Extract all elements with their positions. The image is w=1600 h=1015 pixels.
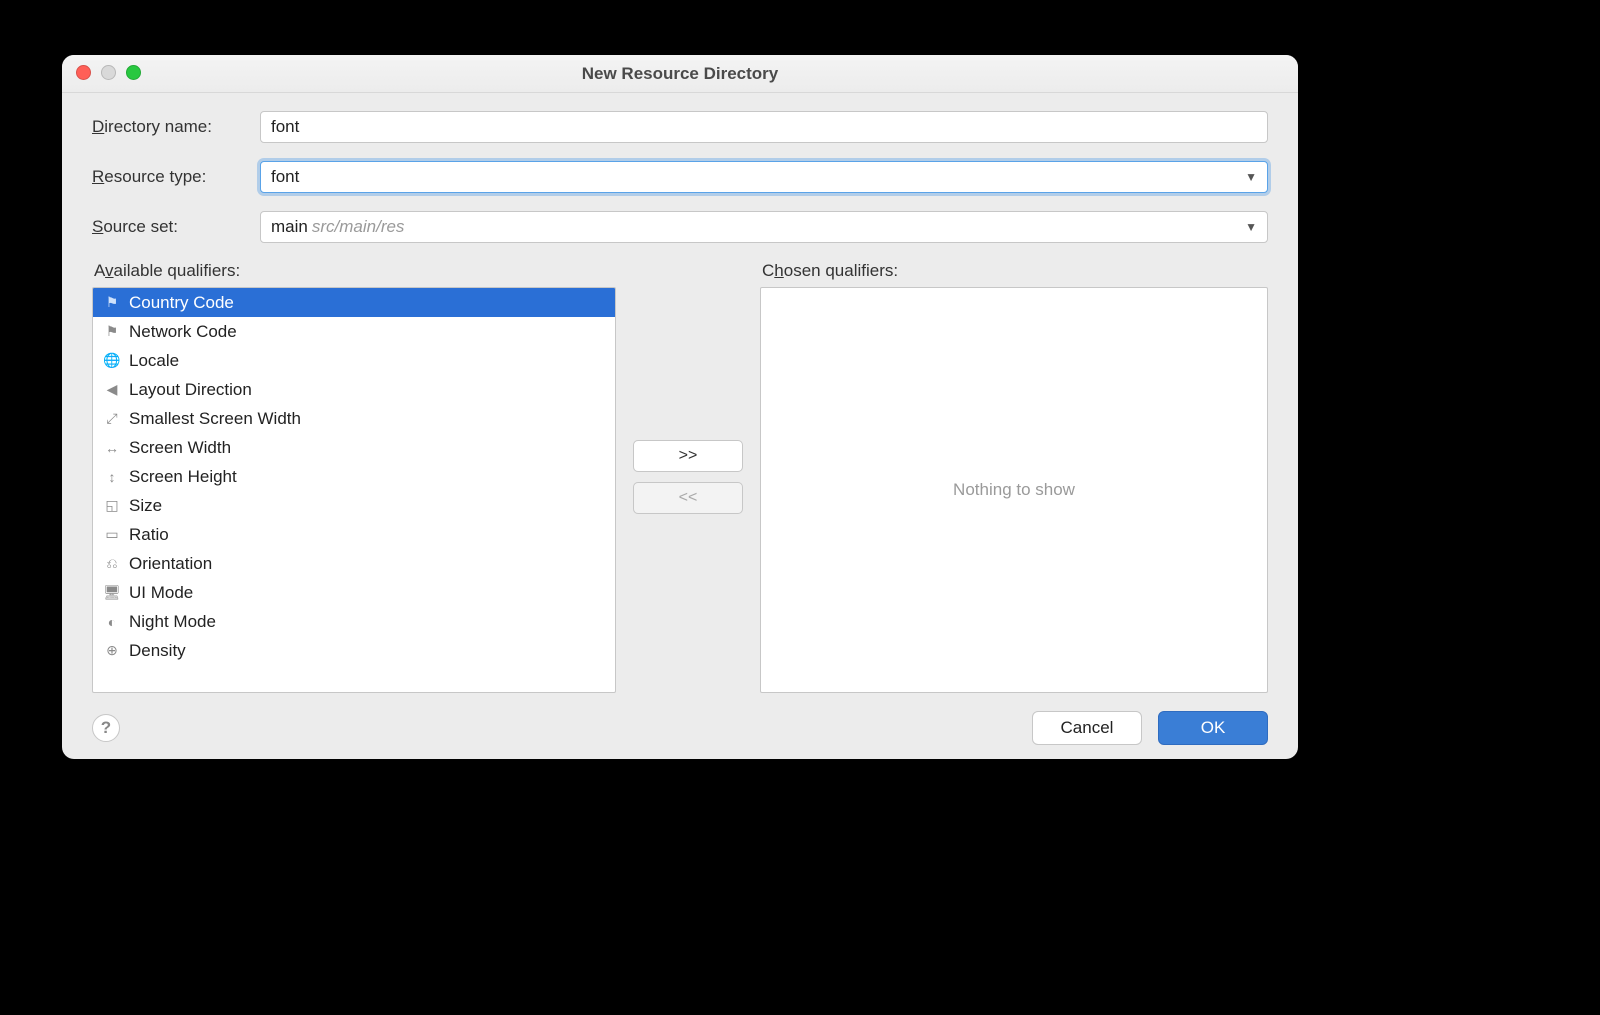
cancel-button[interactable]: Cancel — [1032, 711, 1142, 745]
source-set-value: main — [271, 217, 308, 237]
chosen-qualifiers-column: Chosen qualifiers: Nothing to show — [760, 261, 1268, 693]
minimize-icon — [101, 65, 116, 80]
titlebar: New Resource Directory — [62, 55, 1298, 93]
qualifier-label: UI Mode — [129, 583, 193, 603]
dialog-footer: ? Cancel OK — [62, 703, 1298, 759]
expand-icon: ⤢ — [103, 410, 121, 428]
qualifier-item[interactable]: ↔ Screen Width — [93, 433, 615, 462]
available-qualifiers-column: Available qualifiers: ⚑ Country Code ⚑ Netw… — [92, 261, 616, 693]
orientation-icon: ⎌ — [103, 555, 121, 573]
qualifier-label: Ratio — [129, 525, 169, 545]
qualifiers-area: Available qualifiers: ⚑ Country Code ⚑ Netw… — [92, 261, 1268, 693]
chosen-qualifiers-list[interactable]: Nothing to show — [760, 287, 1268, 693]
qualifier-label: Night Mode — [129, 612, 216, 632]
chosen-qualifiers-label: Chosen qualifiers: — [762, 261, 1268, 281]
source-set-row: Source set: main src/main/res ▼ — [92, 211, 1268, 243]
directory-name-label: Directory name: — [92, 117, 260, 137]
remove-qualifier-button[interactable]: << — [633, 482, 743, 514]
monitor-icon: 🖥 — [103, 584, 121, 602]
qualifier-item[interactable]: 🖥 UI Mode — [93, 578, 615, 607]
ratio-icon: ▭ — [103, 526, 121, 544]
close-icon[interactable] — [76, 65, 91, 80]
flag-icon: ⚑ — [103, 323, 121, 341]
qualifier-label: Density — [129, 641, 186, 661]
flag-icon: ⚑ — [103, 294, 121, 312]
qualifier-item[interactable]: ⊕ Density — [93, 636, 615, 665]
qualifier-item[interactable]: ⚑ Country Code — [93, 288, 615, 317]
qualifier-item[interactable]: ⚑ Network Code — [93, 317, 615, 346]
qualifier-item[interactable]: 🌐 Locale — [93, 346, 615, 375]
globe-icon: 🌐 — [103, 352, 121, 370]
qualifier-label: Smallest Screen Width — [129, 409, 301, 429]
density-icon: ⊕ — [103, 642, 121, 660]
qualifier-label: Screen Width — [129, 438, 231, 458]
available-qualifiers-label: Available qualifiers: — [94, 261, 616, 281]
zoom-icon[interactable] — [126, 65, 141, 80]
source-set-label: Source set: — [92, 217, 260, 237]
qualifier-label: Locale — [129, 351, 179, 371]
moon-icon: ◐ — [103, 613, 121, 631]
qualifier-item[interactable]: ⎌ Orientation — [93, 549, 615, 578]
qualifier-item[interactable]: ◱ Size — [93, 491, 615, 520]
ok-button[interactable]: OK — [1158, 711, 1268, 745]
qualifier-item[interactable]: ◀ Layout Direction — [93, 375, 615, 404]
add-qualifier-button[interactable]: >> — [633, 440, 743, 472]
qualifier-label: Orientation — [129, 554, 212, 574]
available-qualifiers-list[interactable]: ⚑ Country Code ⚑ Network Code 🌐 Locale ◀ Layout… — [92, 287, 616, 693]
width-icon: ↔ — [103, 439, 121, 457]
qualifier-label: Network Code — [129, 322, 237, 342]
directory-name-input[interactable]: font — [260, 111, 1268, 143]
resource-type-label: Resource type: — [92, 167, 260, 187]
qualifier-label: Size — [129, 496, 162, 516]
move-buttons-column: >> << — [628, 261, 748, 693]
resource-type-row: Resource type: font ▼ — [92, 161, 1268, 193]
new-resource-directory-dialog: New Resource Directory Directory name: f… — [62, 55, 1298, 759]
size-icon: ◱ — [103, 497, 121, 515]
height-icon: ↕ — [103, 468, 121, 486]
qualifier-label: Screen Height — [129, 467, 237, 487]
help-button[interactable]: ? — [92, 714, 120, 742]
qualifier-item[interactable]: ◐ Night Mode — [93, 607, 615, 636]
dialog-title: New Resource Directory — [582, 64, 779, 84]
dialog-content: Directory name: font Resource type: font… — [62, 93, 1298, 703]
source-set-hint: src/main/res — [312, 217, 405, 237]
qualifier-label: Country Code — [129, 293, 234, 313]
chosen-empty-text: Nothing to show — [761, 288, 1267, 692]
qualifier-item[interactable]: ⤢ Smallest Screen Width — [93, 404, 615, 433]
resource-type-value: font — [271, 167, 299, 187]
directory-name-row: Directory name: font — [92, 111, 1268, 143]
window-controls — [76, 65, 141, 80]
chevron-down-icon: ▼ — [1245, 220, 1257, 234]
qualifier-label: Layout Direction — [129, 380, 252, 400]
chevron-down-icon: ▼ — [1245, 170, 1257, 184]
source-set-select[interactable]: main src/main/res ▼ — [260, 211, 1268, 243]
qualifier-item[interactable]: ↕ Screen Height — [93, 462, 615, 491]
resource-type-select[interactable]: font ▼ — [260, 161, 1268, 193]
qualifier-item[interactable]: ▭ Ratio — [93, 520, 615, 549]
arrow-left-box-icon: ◀ — [103, 381, 121, 399]
